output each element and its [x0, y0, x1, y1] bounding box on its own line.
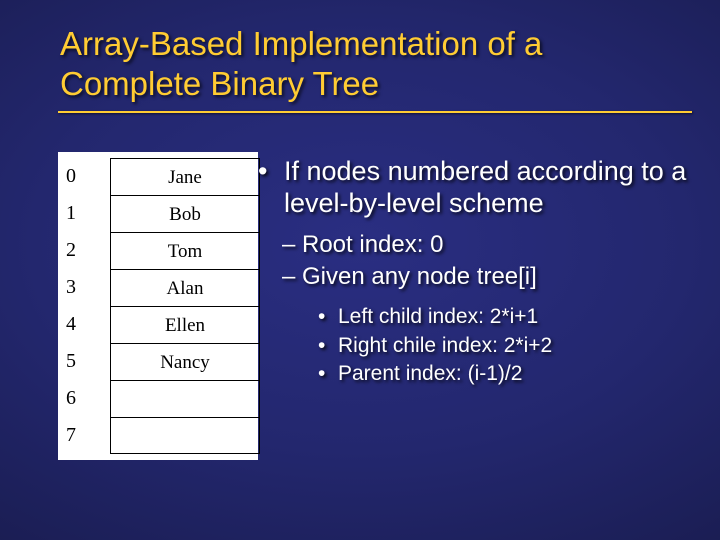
array-table-wrap: 0 Jane 1 Bob 2 Tom 3 Alan 4 Ellen 5 Nanc…: [0, 152, 258, 460]
array-index: 1: [66, 195, 92, 232]
slide-body: 0 Jane 1 Bob 2 Tom 3 Alan 4 Ellen 5 Nanc…: [0, 152, 720, 460]
title-line-2: Complete Binary Tree: [60, 65, 379, 102]
array-index: 3: [66, 269, 92, 306]
array-cell: Ellen: [110, 306, 260, 343]
bullet-level-1: If nodes numbered according to a level-b…: [258, 156, 690, 220]
array-index: 2: [66, 232, 92, 269]
array-cell: Jane: [110, 158, 260, 195]
array-cell: Nancy: [110, 343, 260, 380]
bullet-content: If nodes numbered according to a level-b…: [258, 152, 720, 460]
bullet-level-3: Right chile index: 2*i+2: [318, 333, 690, 360]
bullet-level-2: Given any node tree[i]: [282, 262, 690, 292]
array-table: 0 Jane 1 Bob 2 Tom 3 Alan 4 Ellen 5 Nanc…: [58, 152, 258, 460]
spacer: [258, 294, 690, 302]
array-index: 0: [66, 158, 92, 195]
array-cell: Tom: [110, 232, 260, 269]
array-index: 7: [66, 417, 92, 454]
bullet-level-2: Root index: 0: [282, 230, 690, 260]
array-index: 6: [66, 380, 92, 417]
bullet-level-3: Left child index: 2*i+1: [318, 304, 690, 331]
array-cell: [110, 380, 260, 417]
array-index: 5: [66, 343, 92, 380]
slide-title: Array-Based Implementation of a Complete…: [0, 0, 720, 109]
title-line-1: Array-Based Implementation of a: [60, 25, 542, 62]
array-cell: [110, 417, 260, 454]
title-underline: [58, 111, 692, 113]
array-cell: Bob: [110, 195, 260, 232]
array-index: 4: [66, 306, 92, 343]
slide: Array-Based Implementation of a Complete…: [0, 0, 720, 540]
bullet-level-3: Parent index: (i-1)/2: [318, 361, 690, 388]
array-cell: Alan: [110, 269, 260, 306]
